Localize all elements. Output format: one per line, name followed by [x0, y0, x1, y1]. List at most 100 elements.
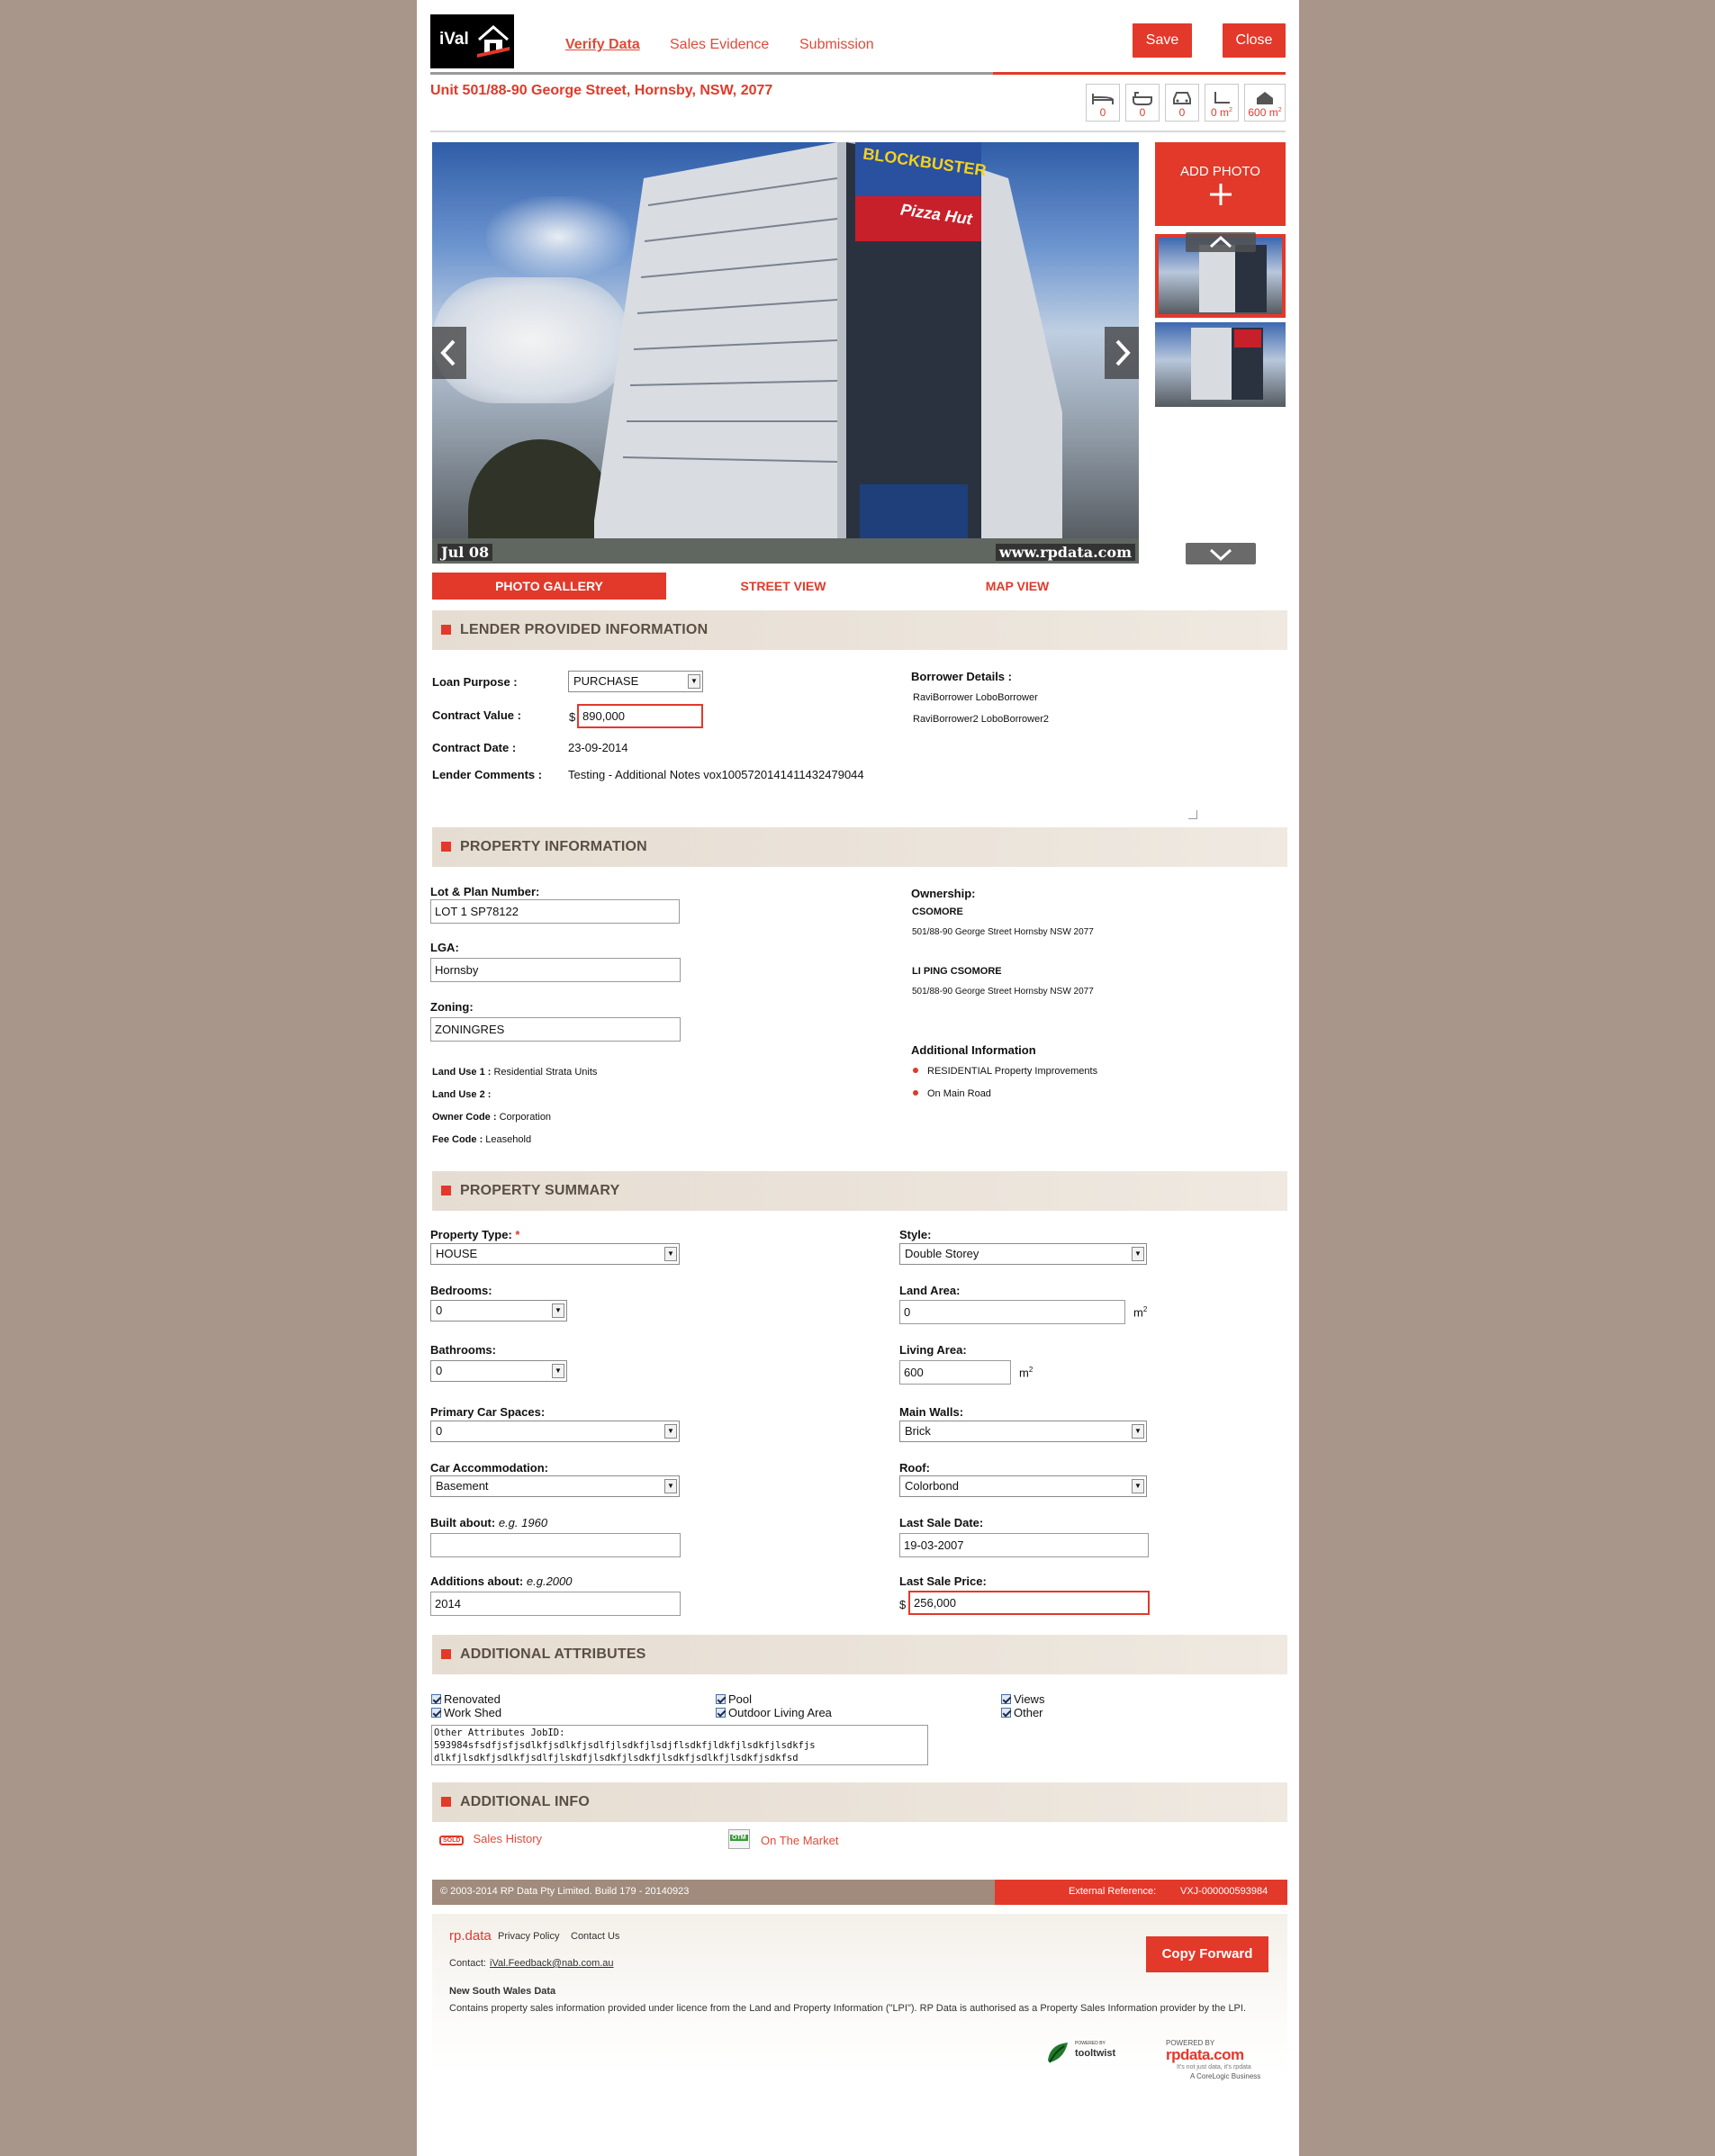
prev-photo-button[interactable] — [432, 327, 466, 379]
chevron-right-icon — [1115, 339, 1131, 366]
built-about-input[interactable] — [430, 1533, 681, 1557]
car-accommodation-select[interactable]: Basement ▼ — [430, 1475, 680, 1497]
thumbnail-2[interactable] — [1155, 322, 1286, 407]
car-count: 0 — [1165, 84, 1199, 122]
additions-about-label: Additions about: e.g.2000 — [430, 1574, 573, 1588]
scroll-down-button[interactable] — [1186, 543, 1256, 564]
tooltwist-logo: POWERED BY tooltwist — [1044, 2039, 1127, 2066]
chevron-up-icon — [1209, 235, 1232, 248]
zoning-input[interactable]: ZONINGRES — [430, 1017, 681, 1042]
bedrooms-select[interactable]: 0 ▼ — [430, 1300, 567, 1322]
page-panel: iVal Verify Data Sales Evidence Submissi… — [417, 0, 1299, 2156]
nsw-data-title: New South Wales Data — [449, 1986, 556, 1997]
checkbox-checked-icon[interactable] — [431, 1708, 441, 1718]
header-divider-accent — [993, 72, 1286, 75]
tab-verify-data[interactable]: Verify Data — [565, 37, 640, 53]
resize-handle-icon[interactable] — [1188, 810, 1197, 819]
land-area-input[interactable]: 0 — [899, 1300, 1125, 1324]
other-attributes-textarea[interactable]: Other Attributes JobID: 593984sfsdfjsfjs… — [431, 1725, 928, 1765]
tab-street-view[interactable]: STREET VIEW — [666, 573, 900, 600]
checkbox-checked-icon[interactable] — [431, 1694, 441, 1704]
required-mark: * — [515, 1228, 520, 1241]
scroll-up-button[interactable] — [1186, 232, 1256, 252]
tab-photo-gallery[interactable]: PHOTO GALLERY — [432, 573, 666, 600]
section-property-summary: PROPERTY SUMMARY — [432, 1171, 1287, 1211]
contract-date-value: 23-09-2014 — [568, 741, 628, 754]
next-photo-button[interactable] — [1105, 327, 1139, 379]
dropdown-arrow-icon: ▼ — [552, 1364, 564, 1378]
section-marker — [441, 1797, 451, 1807]
last-sale-price-input[interactable]: 256,000 — [908, 1591, 1150, 1615]
copyright-text: © 2003-2014 RP Data Pty Limited. Build 1… — [440, 1886, 690, 1897]
external-reference-label: External Reference: — [1069, 1886, 1157, 1897]
sales-history-link[interactable]: SOLD Sales History — [439, 1832, 542, 1845]
owner-1-address: 501/88-90 George Street Hornsby NSW 2077 — [912, 927, 1094, 937]
built-about-label: Built about: e.g. 1960 — [430, 1516, 548, 1529]
checkbox-checked-icon[interactable] — [1001, 1708, 1011, 1718]
nsw-data-text: Contains property sales information prov… — [449, 2003, 1247, 2014]
style-select[interactable]: Double Storey ▼ — [899, 1243, 1147, 1265]
roof-select[interactable]: Colorbond ▼ — [899, 1475, 1147, 1497]
thumbnail-building — [1191, 328, 1232, 400]
dropdown-arrow-icon: ▼ — [664, 1247, 677, 1261]
living-area-input[interactable]: 600 — [899, 1360, 1011, 1385]
property-type-select[interactable]: HOUSE ▼ — [430, 1243, 680, 1265]
owner-1-name: CSOMORE — [912, 907, 963, 917]
lot-plan-input[interactable]: LOT 1 SP78122 — [430, 899, 680, 924]
footer-panel: rp.data Privacy Policy Contact Us Contac… — [432, 1914, 1287, 2080]
loan-purpose-select[interactable]: PURCHASE ▼ — [568, 671, 703, 692]
tab-map-view[interactable]: MAP VIEW — [900, 573, 1134, 600]
tab-submission[interactable]: Submission — [799, 37, 874, 53]
checkbox-checked-icon[interactable] — [716, 1708, 726, 1718]
building-illustration — [432, 142, 1139, 564]
checkbox-outdoor-living[interactable]: Outdoor Living Area — [716, 1706, 832, 1719]
section-title: LENDER PROVIDED INFORMATION — [460, 622, 709, 637]
car-icon — [1173, 92, 1191, 104]
lga-input[interactable]: Hornsby — [430, 958, 681, 982]
checkbox-checked-icon[interactable] — [1001, 1694, 1011, 1704]
tab-sales-evidence[interactable]: Sales Evidence — [670, 37, 769, 53]
sold-badge-icon: SOLD — [439, 1836, 465, 1845]
section-lender: LENDER PROVIDED INFORMATION — [432, 610, 1287, 650]
checkbox-checked-icon[interactable] — [716, 1694, 726, 1704]
land-use-1: Land Use 1 : Residential Strata Units — [432, 1067, 598, 1078]
contact-us-link[interactable]: Contact Us — [571, 1931, 619, 1942]
additions-about-input[interactable]: 2014 — [430, 1592, 681, 1616]
save-button[interactable]: Save — [1133, 23, 1192, 58]
house-area-value: 600 m2 — [1244, 84, 1286, 122]
checkbox-pool[interactable]: Pool — [716, 1692, 752, 1706]
car-spaces-label: Primary Car Spaces: — [430, 1405, 546, 1419]
bathrooms-select[interactable]: 0 ▼ — [430, 1360, 567, 1382]
contact-email-link[interactable]: iVal.Feedback@nab.com.au — [490, 1958, 614, 1969]
ival-logo[interactable]: iVal — [430, 14, 514, 68]
external-reference-value: VXJ-000000593984 — [1180, 1886, 1268, 1897]
checkbox-renovated[interactable]: Renovated — [431, 1692, 501, 1706]
section-marker — [441, 1649, 451, 1659]
owner-2-address: 501/88-90 George Street Hornsby NSW 2077 — [912, 987, 1094, 997]
bath-icon — [1133, 92, 1152, 105]
checkbox-work-shed[interactable]: Work Shed — [431, 1706, 501, 1719]
section-title: PROPERTY INFORMATION — [460, 839, 647, 854]
main-walls-select[interactable]: Brick ▼ — [899, 1421, 1147, 1442]
copy-forward-button[interactable]: Copy Forward — [1146, 1936, 1268, 1972]
close-button[interactable]: Close — [1223, 23, 1286, 58]
currency-symbol: $ — [899, 1598, 907, 1611]
borrower-1: RaviBorrower LoboBorrower — [913, 692, 1038, 703]
checkbox-views[interactable]: Views — [1001, 1692, 1044, 1706]
plus-icon — [1209, 184, 1232, 205]
thumbnail-building — [1199, 245, 1235, 312]
checkbox-other[interactable]: Other — [1001, 1706, 1043, 1719]
main-photo[interactable]: BLOCKBUSTER Pizza Hut Jul 08 www.rpdata.… — [432, 142, 1139, 564]
last-sale-date-input[interactable]: 19-03-2007 — [899, 1533, 1149, 1557]
main-walls-label: Main Walls: — [899, 1405, 964, 1419]
car-spaces-select[interactable]: 0 ▼ — [430, 1421, 680, 1442]
owner-2-name: LI PING CSOMORE — [912, 966, 1002, 977]
chevron-down-icon — [1209, 548, 1232, 562]
contract-value-input[interactable]: 890,000 — [577, 704, 703, 728]
leaf-icon — [1048, 2043, 1068, 2063]
on-the-market-link[interactable]: OTM On The Market — [728, 1829, 838, 1849]
add-photo-button[interactable]: ADD PHOTO — [1155, 142, 1286, 226]
section-title: PROPERTY SUMMARY — [460, 1183, 620, 1198]
logo-text: iVal — [439, 30, 469, 49]
privacy-policy-link[interactable]: Privacy Policy — [498, 1931, 559, 1942]
